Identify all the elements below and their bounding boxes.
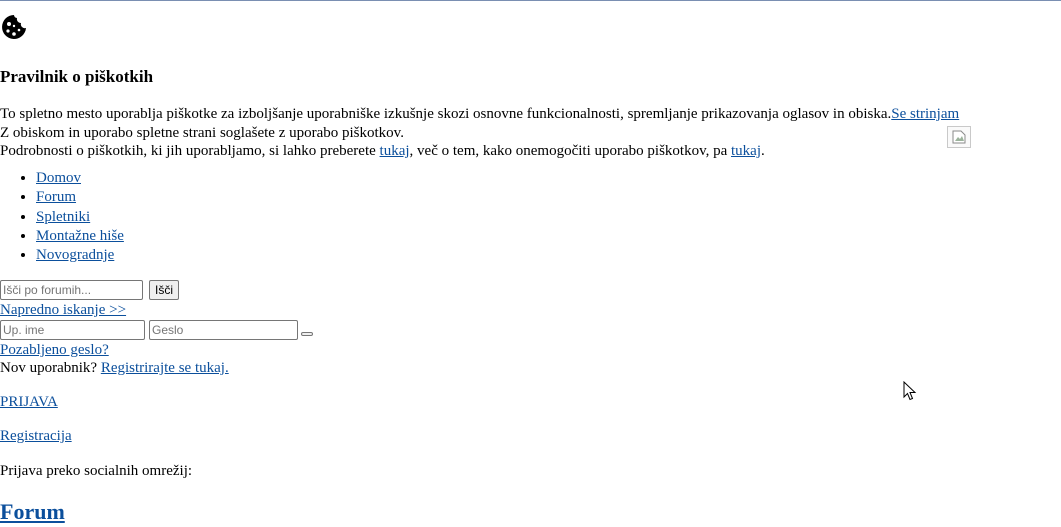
cookie-policy-title: Pravilnik o piškotkih xyxy=(0,67,154,86)
new-user-text: Nov uporabnik? xyxy=(0,360,101,376)
nav-link-forum[interactable]: Forum xyxy=(36,189,76,205)
cookie-icon xyxy=(2,15,26,39)
forgot-password-link[interactable]: Pozabljeno geslo? xyxy=(0,342,109,359)
nav-item-spletniki: Spletniki xyxy=(36,208,124,227)
register-here-link[interactable]: Registrirajte se tukaj. xyxy=(101,360,229,376)
social-login-text: Prijava preko socialnih omrežij: xyxy=(0,463,193,479)
nav-link-novogradnje[interactable]: Novogradnje xyxy=(36,247,114,263)
forum-heading-link[interactable]: Forum xyxy=(0,499,65,525)
nav-item-forum: Forum xyxy=(36,188,124,207)
main-nav: Domov Forum Spletniki Montažne hiše Novo… xyxy=(0,169,124,265)
advanced-search-link[interactable]: Napredno iskanje >> xyxy=(0,302,126,319)
nav-item-novogradnje: Novogradnje xyxy=(36,246,124,265)
mouse-cursor-icon xyxy=(903,381,917,401)
new-user-line: Nov uporabnik? Registrirajte se tukaj. xyxy=(0,360,229,377)
prijava-link[interactable]: PRIJAVA xyxy=(0,394,58,411)
nav-link-spletniki[interactable]: Spletniki xyxy=(36,209,90,225)
cookie-disable-link[interactable]: tukaj xyxy=(731,143,761,159)
cookie-notice-line-2: Z obiskom in uporabo spletne strani sogl… xyxy=(0,125,404,141)
login-submit-button[interactable] xyxy=(301,332,313,336)
cookie-line-end: . xyxy=(761,143,765,159)
cookie-details-text: Podrobnosti o piškotkih, ki jih uporablj… xyxy=(0,143,380,159)
cookie-disable-text: , več o tem, kako onemogočiti uporabo pi… xyxy=(409,143,732,159)
cookie-notice-line-3: Podrobnosti o piškotkih, ki jih uporablj… xyxy=(0,143,765,160)
registracija-link[interactable]: Registracija xyxy=(0,428,72,445)
search-input[interactable] xyxy=(0,280,143,300)
broken-image-icon xyxy=(947,126,971,148)
search-button[interactable]: Išči xyxy=(149,280,179,300)
nav-link-montazne-hise[interactable]: Montažne hiše xyxy=(36,228,124,244)
agree-link[interactable]: Se strinjam xyxy=(891,106,959,122)
cookie-notice-line-1: To spletno mesto uporablja piškotke za i… xyxy=(0,106,959,123)
cookie-details-link[interactable]: tukaj xyxy=(380,143,410,159)
nav-item-montazne-hise: Montažne hiše xyxy=(36,227,124,246)
password-input[interactable] xyxy=(149,320,298,340)
cookie-notice-text: To spletno mesto uporablja piškotke za i… xyxy=(0,106,892,122)
nav-item-domov: Domov xyxy=(36,169,124,188)
username-input[interactable] xyxy=(0,320,145,340)
nav-link-domov[interactable]: Domov xyxy=(36,170,81,186)
top-border-line xyxy=(0,0,1061,1)
